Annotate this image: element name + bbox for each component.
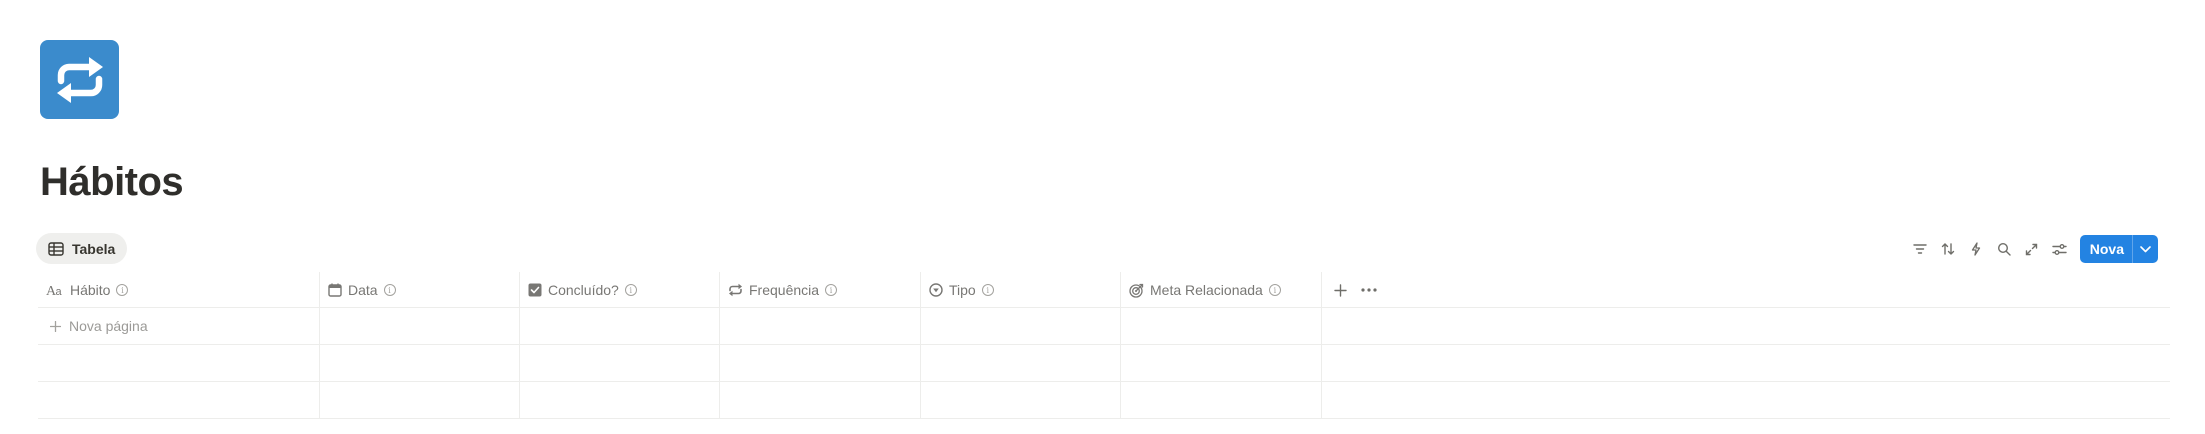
table-cell[interactable] xyxy=(921,308,1121,344)
search-icon xyxy=(1997,242,2011,256)
column-label: Frequência xyxy=(749,282,820,298)
settings-sliders-icon xyxy=(2052,243,2067,255)
page-icon[interactable] xyxy=(40,40,119,119)
new-entry-button[interactable]: Nova xyxy=(2079,235,2158,263)
chevron-down-icon xyxy=(2140,245,2151,252)
title-aa-icon: A a xyxy=(46,284,63,297)
info-icon[interactable]: i xyxy=(116,284,129,296)
table-cell[interactable] xyxy=(320,308,520,344)
repeat-icon xyxy=(729,283,742,297)
tab-label: Tabela xyxy=(72,240,116,257)
open-full-page-button[interactable] xyxy=(2018,235,2046,263)
column-header-tipo[interactable]: Tipo i xyxy=(921,272,1121,308)
info-icon[interactable]: i xyxy=(825,284,838,296)
tab-tabela[interactable]: Tabela xyxy=(36,233,128,264)
table-cell xyxy=(1322,345,2170,381)
column-header-frequencia[interactable]: Frequência i xyxy=(720,272,921,308)
column-label: Data xyxy=(348,282,378,298)
sort-icon xyxy=(1941,243,1954,255)
plus-icon xyxy=(50,320,61,332)
expand-icon xyxy=(2026,243,2038,255)
more-options-icon[interactable] xyxy=(1361,288,1377,292)
table-cell[interactable] xyxy=(720,308,921,344)
table-cell[interactable] xyxy=(38,345,320,381)
search-button[interactable] xyxy=(1990,235,2018,263)
table-cell xyxy=(1322,308,2170,344)
filter-icon xyxy=(1913,244,1927,254)
table-cell[interactable] xyxy=(720,382,921,418)
table-row: Nova página xyxy=(38,308,2170,345)
calendar-icon xyxy=(328,283,342,297)
new-entry-dropdown[interactable] xyxy=(2132,235,2158,263)
column-label: Tipo xyxy=(949,282,976,298)
new-page-label: Nova página xyxy=(69,318,148,334)
column-header-habito[interactable]: A a Hábito i xyxy=(38,272,320,308)
sync-arrows-icon xyxy=(56,56,103,103)
automation-button[interactable] xyxy=(1962,235,1990,263)
table-cell[interactable] xyxy=(921,345,1121,381)
table-cell[interactable] xyxy=(1121,345,1322,381)
table-cell[interactable] xyxy=(921,382,1121,418)
info-icon[interactable]: i xyxy=(383,284,396,296)
column-header-concluido[interactable]: Concluído? i xyxy=(520,272,720,308)
column-label: Meta Relacionada xyxy=(1150,282,1263,298)
table-cell[interactable] xyxy=(520,345,720,381)
page-title[interactable]: Hábitos xyxy=(40,160,184,205)
database-table: A a Hábito i Data i Concluído? i Frequên… xyxy=(38,272,2170,419)
sort-button[interactable] xyxy=(1934,235,1962,263)
target-icon xyxy=(1129,283,1144,298)
lightning-icon xyxy=(1971,242,1980,256)
table-row xyxy=(38,382,2170,419)
table-cell[interactable] xyxy=(320,345,520,381)
table-cell xyxy=(1322,382,2170,418)
info-icon[interactable]: i xyxy=(624,284,637,296)
table-icon xyxy=(48,241,64,256)
info-icon[interactable]: i xyxy=(1268,284,1281,296)
database-toolbar: Nova xyxy=(1906,235,2158,263)
table-cell[interactable] xyxy=(520,308,720,344)
table-cell[interactable] xyxy=(720,345,921,381)
column-header-meta-relacionada[interactable]: Meta Relacionada i xyxy=(1121,272,1322,308)
checkbox-icon xyxy=(528,283,542,297)
column-header-data[interactable]: Data i xyxy=(320,272,520,308)
view-settings-button[interactable] xyxy=(2046,235,2074,263)
table-cell[interactable] xyxy=(520,382,720,418)
table-header-row: A a Hábito i Data i Concluído? i Frequên… xyxy=(38,272,2170,308)
table-row xyxy=(38,345,2170,382)
info-icon[interactable]: i xyxy=(981,284,994,296)
add-column-icon[interactable] xyxy=(1334,283,1347,297)
select-icon xyxy=(929,283,943,297)
new-page-button[interactable]: Nova página xyxy=(38,308,320,344)
table-cell[interactable] xyxy=(1121,382,1322,418)
table-cell[interactable] xyxy=(1121,308,1322,344)
column-label: Hábito xyxy=(70,282,111,298)
svg-text:a: a xyxy=(56,286,63,297)
column-label: Concluído? xyxy=(548,282,619,298)
table-cell[interactable] xyxy=(320,382,520,418)
filter-button[interactable] xyxy=(1906,235,1934,263)
new-entry-label[interactable]: Nova xyxy=(2080,235,2132,263)
table-cell[interactable] xyxy=(38,382,320,418)
column-actions xyxy=(1322,272,2170,308)
